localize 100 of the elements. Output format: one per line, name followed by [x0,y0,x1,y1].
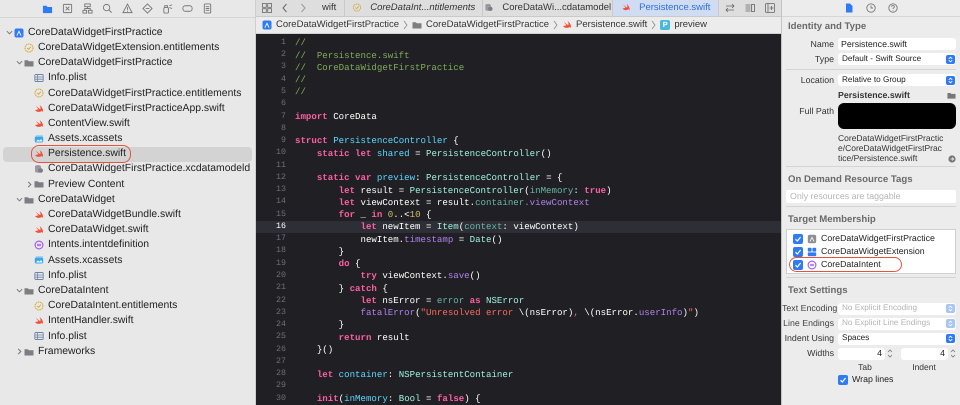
tree-row[interactable]: CoreDataWidgetFirstPractice.xcdatamodeld [3,162,252,177]
name-field[interactable]: Persistence.swift [838,38,956,50]
width-field[interactable]: 4 [901,348,948,360]
tree-row[interactable]: Assets.xcassets [3,131,252,146]
stepper-icon[interactable] [950,348,956,360]
diamond-icon[interactable] [142,3,153,14]
tree-row[interactable]: CoreDataIntent.entitlements [3,298,252,314]
checkbox[interactable] [838,374,848,385]
checkbox[interactable] [793,234,803,244]
file-name: CoreDataWidget.swift [48,223,148,238]
checkbox[interactable] [793,246,803,257]
seal-check-icon [24,42,34,53]
file-type-dropdown[interactable]: Default - Swift Source [838,53,956,66]
folder-icon [24,58,34,68]
line-number: 13 [275,184,286,196]
swift-file-icon [34,316,44,326]
disclosure-chevron-icon[interactable] [16,59,22,66]
checkbox[interactable] [793,260,803,270]
warning-icon[interactable] [122,3,133,14]
editor-tab[interactable]: CoreDataInt...ntitlements [345,0,484,16]
file-name: Info.plist [48,268,87,283]
line-number: 21 [275,282,286,294]
code-line: // [294,73,306,87]
tree-row[interactable]: CoreDataWidgetFirstPractice [3,55,252,71]
swap-arrows-icon[interactable] [725,2,736,13]
tree-row[interactable]: Preview Content [3,176,252,192]
field-label: Location [800,74,835,87]
grid-icon[interactable] [262,2,272,13]
tree-row[interactable]: Frameworks [3,344,252,360]
tree-row[interactable]: Info.plist [3,328,252,344]
code-line: newItem.timestamp = Date() [359,232,502,246]
disclosure-chevron-icon[interactable] [16,196,22,204]
file-name: CoreDataWidgetExtension.entitlements [38,40,220,55]
disclosure-chevron-icon[interactable] [16,348,22,356]
breadcrumb-chevron-icon [553,20,558,30]
arrow-circle-icon[interactable] [948,155,956,164]
clock-icon[interactable] [866,3,876,13]
help-icon[interactable] [888,3,898,13]
setting-dropdown[interactable]: Spaces [838,332,956,345]
tree-row[interactable]: Info.plist [3,70,252,86]
file-name: CoreDataWidgetFirstPractice.xcdatamodeld [48,162,250,176]
file-name: Persistence.swift [48,147,126,162]
hierarchy-icon[interactable] [82,3,93,14]
lines-panel-icon[interactable] [745,2,756,13]
tree-row[interactable]: Intents.intentdefinition [3,238,252,253]
forward-chevron-icon[interactable] [298,2,308,13]
tree-row[interactable]: IntentHandler.swift [3,314,252,329]
app-icon [14,28,24,38]
line-number: 29 [275,380,286,392]
line-number: 30 [275,392,286,405]
disclosure-chevron-icon[interactable] [16,287,22,294]
code-line: let newItem = Item(context: viewContext) [359,220,579,234]
line-number: 26 [275,344,286,356]
tree-row[interactable]: CoreDataWidgetFirstPractice.entitlements [3,86,252,101]
width-field[interactable]: 4 [838,348,885,360]
code-line: // [294,36,306,50]
tree-row[interactable]: CoreDataWidgetFirstPracticeApp.swift [3,100,252,116]
line-number: 25 [275,331,286,344]
folder-icon [24,286,34,296]
breadcrumb-item[interactable]: CoreDataWidgetFirstPractice [262,18,400,32]
tree-row[interactable]: CoreDataWidgetBundle.swift [3,207,252,222]
file-name: CoreDataWidget [38,192,115,207]
target-name: CoreDataWidgetFirstPractice [821,232,935,246]
tree-row[interactable]: Info.plist [3,268,252,284]
target-name: CoreDataIntent [821,258,881,272]
checkbox-label: Wrap lines [852,372,894,386]
tree-row[interactable]: Assets.xcassets [3,252,252,268]
breadcrumb-item[interactable]: CoreDataWidgetFirstPractice [412,18,550,32]
file-name: CoreDataWidgetFirstPracticeApp.swift [48,102,225,116]
file-name: CoreDataIntent [38,284,108,298]
tree-row[interactable]: Persistence.swift [3,146,252,162]
tree-row[interactable]: CoreDataWidget [3,192,252,208]
tree-row[interactable]: ContentView.swift [3,116,252,132]
breadcrumb-item[interactable]: Persistence.swift [562,18,648,32]
tree-row[interactable]: CoreDataWidgetExtension.entitlements [3,40,252,56]
tag-icon[interactable] [182,3,193,14]
folder-icon[interactable] [42,3,53,14]
back-chevron-icon[interactable] [280,2,290,13]
code-line: // Persistence.swift [294,48,410,62]
document-icon[interactable] [202,3,213,14]
location-dropdown[interactable]: Relative to Group [838,74,956,86]
square-x-icon[interactable] [62,3,73,14]
field-label: Name [810,38,835,51]
disclosure-chevron-icon[interactable] [6,29,12,36]
disclosure-chevron-icon[interactable] [26,180,32,188]
search-icon[interactable] [102,3,113,14]
add-panel-icon[interactable] [765,2,776,13]
tree-row[interactable]: CoreDataWidget.swift [3,222,252,238]
editor-tab[interactable]: wift [314,0,346,16]
up-down-chevron-icon [946,319,955,328]
stepper-icon[interactable] [887,348,893,360]
document-icon[interactable] [844,3,854,13]
code-line: let container: NSPersistentContainer [316,368,514,382]
tree-row[interactable]: CoreDataWidgetFirstPractice [3,25,252,40]
line-number: 2 [280,49,286,62]
spray-icon[interactable] [162,3,173,14]
file-name: Assets.xcassets [48,132,122,146]
tree-row[interactable]: CoreDataIntent [3,283,252,298]
folder-icon[interactable] [947,90,956,100]
widget-icon [807,246,817,257]
